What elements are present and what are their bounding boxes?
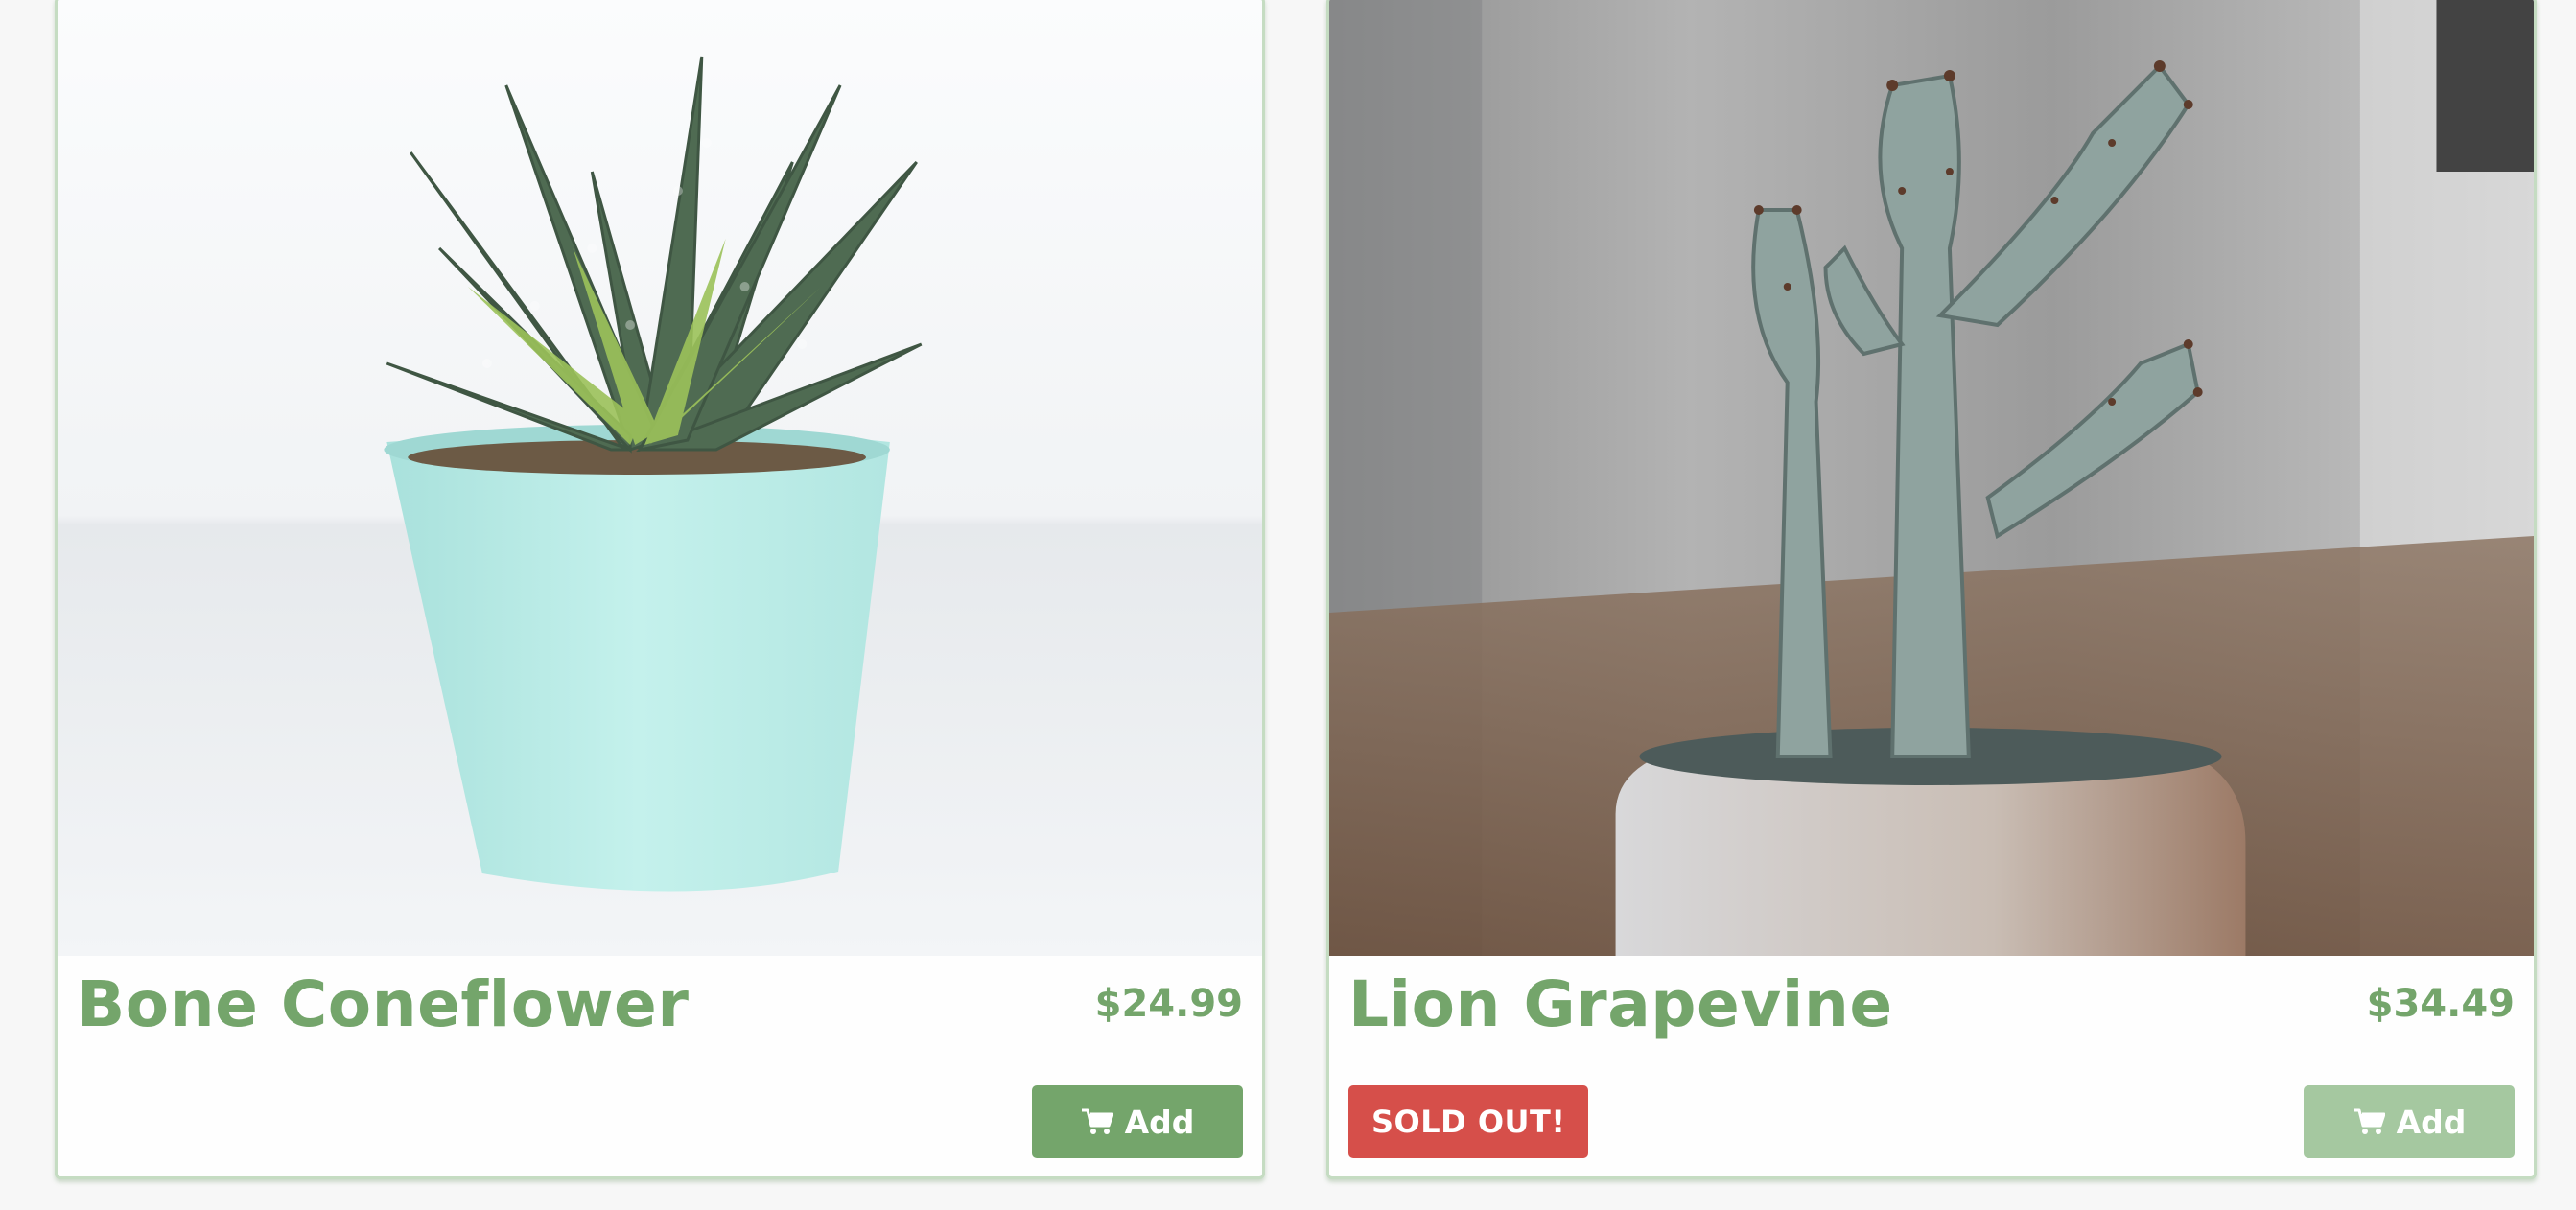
add-to-cart-button[interactable]: Add [2304, 1085, 2515, 1158]
sold-out-badge: SOLD OUT! [1348, 1085, 1589, 1158]
add-button-label: Add [1124, 1103, 1195, 1141]
product-grid: Bone Coneflower $24.99 Add Lion Grapevin… [0, 0, 2576, 1210]
product-card: Bone Coneflower $24.99 Add [55, 0, 1265, 1179]
product-card: Lion Grapevine $34.49 SOLD OUT! Add [1326, 0, 2537, 1179]
add-to-cart-button[interactable]: Add [1032, 1085, 1243, 1158]
add-button-label: Add [2396, 1103, 2467, 1141]
cart-icon [2353, 1107, 2385, 1136]
cart-icon [1081, 1107, 1113, 1136]
product-photo-succulent [58, 0, 1262, 956]
product-name: Lion Grapevine [1348, 967, 1893, 1041]
product-photo-cactus [1329, 0, 2534, 956]
product-name: Bone Coneflower [77, 967, 690, 1041]
product-price: $34.49 [2366, 982, 2515, 1026]
product-price: $24.99 [1094, 982, 1243, 1026]
